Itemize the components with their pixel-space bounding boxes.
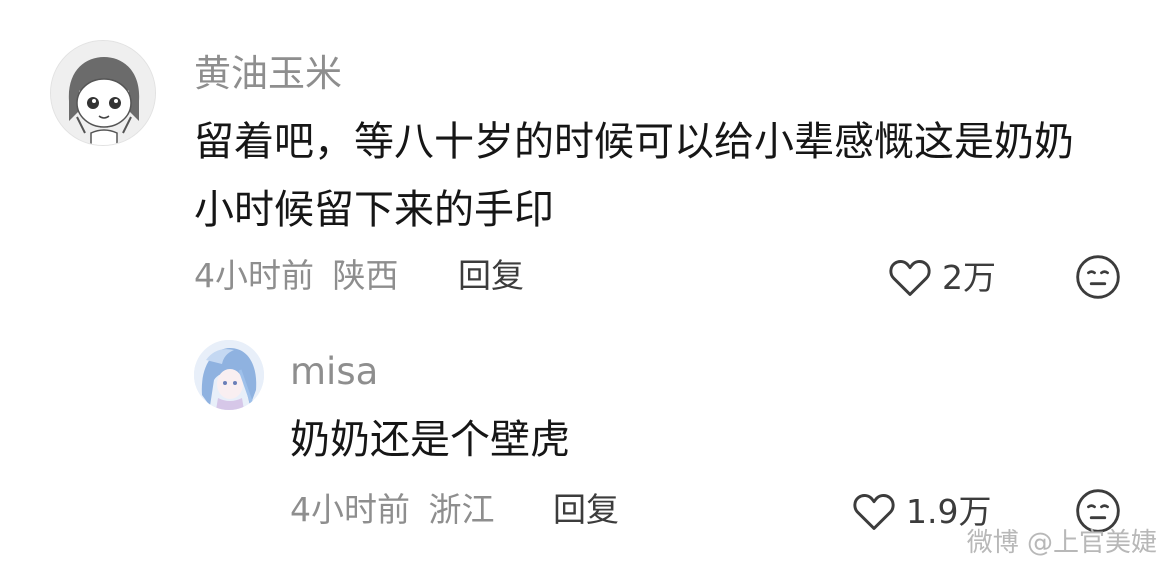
reaction-button[interactable] — [1075, 254, 1121, 300]
cartoon-girl-avatar-icon — [51, 41, 155, 145]
comment-username[interactable]: 黄油玉米 — [194, 55, 342, 92]
heart-outline-icon — [853, 494, 895, 530]
weibo-watermark: 微博 @上官美婕 — [966, 528, 1157, 558]
comment-time: 4小时前 — [194, 256, 314, 295]
comment-meta: 4小时前 浙江 — [290, 493, 495, 526]
comment-time: 4小时前 — [290, 490, 410, 529]
avatar-misa[interactable] — [194, 340, 264, 410]
comment-username[interactable]: misa — [290, 353, 378, 390]
like-button[interactable]: 2万 — [888, 256, 996, 298]
avatar-huangyou-yumi[interactable] — [50, 40, 156, 146]
comment-location: 浙江 — [428, 490, 495, 529]
comment-location: 陕西 — [332, 256, 399, 295]
comment-text-line-1: 留着吧，等八十岁的时候可以给小辈感慨这是奶奶 — [194, 119, 1074, 165]
heart-outline-icon — [889, 260, 931, 296]
reply-button[interactable]: 回复 — [553, 493, 619, 526]
like-button[interactable]: 1.9万 — [852, 490, 991, 532]
comment-meta: 4小时前 陕西 — [194, 259, 399, 292]
comment-text: 奶奶还是个壁虎 — [290, 417, 570, 463]
reply-button[interactable]: 回复 — [458, 259, 524, 292]
neutral-face-icon — [1076, 255, 1120, 299]
like-count: 1.9万 — [906, 491, 992, 531]
comment-text-line-2: 小时候留下来的手印 — [194, 187, 554, 233]
like-count: 2万 — [942, 257, 996, 297]
anime-girl-avatar-icon — [194, 340, 264, 410]
